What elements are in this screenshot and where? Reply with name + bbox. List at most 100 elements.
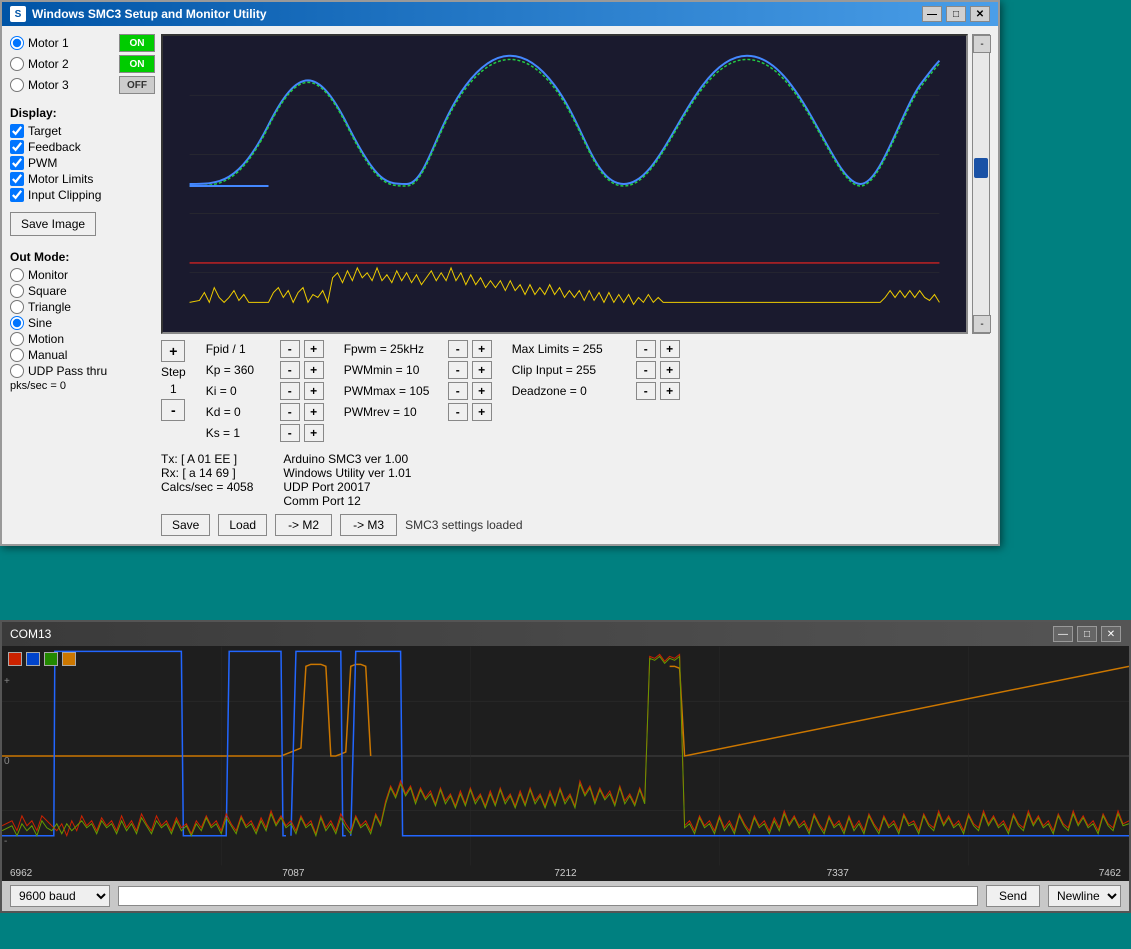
pwmrev-minus-btn[interactable]: - (448, 403, 468, 421)
motor-limits-checkbox[interactable] (10, 172, 24, 186)
outmode-label: Out Mode: (10, 250, 155, 264)
kd-label: Kd = 0 (206, 405, 276, 419)
motor-2-label: Motor 2 (28, 57, 115, 71)
scroll-up-button[interactable]: - (973, 35, 991, 53)
legend-red (8, 652, 22, 666)
m3-button[interactable]: -> M3 (340, 514, 397, 536)
outmode-triangle-row: Triangle (10, 300, 155, 314)
maxlimits-label: Max Limits = 255 (512, 342, 632, 356)
outmode-sine-radio[interactable] (10, 316, 24, 330)
target-checkbox[interactable] (10, 124, 24, 138)
motor-3-radio[interactable] (10, 78, 24, 92)
motor-1-radio[interactable] (10, 36, 24, 50)
fpid-plus-btn[interactable]: + (304, 340, 324, 358)
scroll-down-button[interactable]: - (973, 315, 991, 333)
pwmrev-plus-btn[interactable]: + (472, 403, 492, 421)
com-close-btn[interactable]: ✕ (1101, 626, 1121, 642)
kp-minus-btn[interactable]: - (280, 361, 300, 379)
com-input[interactable] (118, 886, 978, 906)
ks-minus-btn[interactable]: - (280, 424, 300, 442)
newline-select[interactable]: Newline (1048, 885, 1121, 907)
ki-plus-btn[interactable]: + (304, 382, 324, 400)
pwmmax-minus-btn[interactable]: - (448, 382, 468, 400)
send-button[interactable]: Send (986, 885, 1040, 907)
feedback-checkbox[interactable] (10, 140, 24, 154)
pwmmin-plus-btn[interactable]: + (472, 361, 492, 379)
ks-plus-btn[interactable]: + (304, 424, 324, 442)
pwmmin-minus-btn[interactable]: - (448, 361, 468, 379)
fpwm-plus-btn[interactable]: + (472, 340, 492, 358)
motor-3-btn[interactable]: OFF (119, 76, 155, 94)
param-group-1: Fpid / 1 - + Kp = 360 - + Ki = 0 - + (206, 340, 324, 442)
ki-label: Ki = 0 (206, 384, 276, 398)
clipinput-plus-btn[interactable]: + (660, 361, 680, 379)
outmode-triangle-label: Triangle (28, 300, 71, 314)
outmode-udp-label: UDP Pass thru (28, 364, 107, 378)
app-icon: S (10, 6, 26, 22)
y-label-bot: - (4, 836, 7, 847)
motor-3-label: Motor 3 (28, 78, 115, 92)
kp-plus-btn[interactable]: + (304, 361, 324, 379)
com-title-buttons: — □ ✕ (1053, 626, 1121, 642)
kd-plus-btn[interactable]: + (304, 403, 324, 421)
x-label-3: 7337 (827, 868, 849, 879)
outmode-sine-label: Sine (28, 316, 52, 330)
pwmrev-row: PWMrev = 10 - + (344, 403, 492, 421)
tx-rx-section: Tx: [ A 01 EE ] Rx: [ a 14 69 ] Calcs/se… (161, 452, 253, 508)
main-window: S Windows SMC3 Setup and Monitor Utility… (0, 0, 1000, 546)
fpwm-minus-btn[interactable]: - (448, 340, 468, 358)
save-button[interactable]: Save (161, 514, 210, 536)
com-minimize-btn[interactable]: — (1053, 626, 1073, 642)
settings-status: SMC3 settings loaded (405, 518, 522, 532)
outmode-motion-radio[interactable] (10, 332, 24, 346)
controls-area: + Step 1 - Fpid / 1 - + Kp = 360 (161, 340, 990, 536)
deadzone-plus-btn[interactable]: + (660, 382, 680, 400)
outmode-triangle-radio[interactable] (10, 300, 24, 314)
load-button[interactable]: Load (218, 514, 267, 536)
left-panel: Motor 1 ON Motor 2 ON Motor 3 OFF Displa… (10, 34, 155, 536)
outmode-monitor-radio[interactable] (10, 268, 24, 282)
com-maximize-btn[interactable]: □ (1077, 626, 1097, 642)
m2-button[interactable]: -> M2 (275, 514, 332, 536)
motor-1-label: Motor 1 (28, 36, 115, 50)
step-minus-button[interactable]: - (161, 399, 185, 421)
maxlimits-plus-btn[interactable]: + (660, 340, 680, 358)
deadzone-label: Deadzone = 0 (512, 384, 632, 398)
close-button[interactable]: ✕ (970, 6, 990, 22)
outmode-square-radio[interactable] (10, 284, 24, 298)
param-group-2: Fpwm = 25kHz - + PWMmin = 10 - + PWMmax … (344, 340, 492, 421)
com-chart-area: + 0 - (2, 646, 1129, 866)
motor-1-btn[interactable]: ON (119, 34, 155, 52)
motor-limits-label: Motor Limits (28, 172, 93, 186)
outmode-udp-radio[interactable] (10, 364, 24, 378)
pwmmax-plus-btn[interactable]: + (472, 382, 492, 400)
window-body: Motor 1 ON Motor 2 ON Motor 3 OFF Displa… (2, 26, 998, 544)
target-row: Target (10, 124, 155, 138)
clipinput-label: Clip Input = 255 (512, 363, 632, 377)
maximize-button[interactable]: □ (946, 6, 966, 22)
maxlimits-minus-btn[interactable]: - (636, 340, 656, 358)
outmode-sine-row: Sine (10, 316, 155, 330)
step-plus-button[interactable]: + (161, 340, 185, 362)
outmode-manual-radio[interactable] (10, 348, 24, 362)
motor-2-radio[interactable] (10, 57, 24, 71)
x-label-4: 7462 (1099, 868, 1121, 879)
kd-minus-btn[interactable]: - (280, 403, 300, 421)
input-clipping-label: Input Clipping (28, 188, 101, 202)
scroll-track[interactable] (973, 53, 989, 315)
scroll-thumb (974, 158, 988, 178)
clipinput-minus-btn[interactable]: - (636, 361, 656, 379)
motor-3-row: Motor 3 OFF (10, 76, 155, 94)
baud-select[interactable]: 9600 baud 115200 baud (10, 885, 110, 907)
pwm-checkbox[interactable] (10, 156, 24, 170)
fpid-minus-btn[interactable]: - (280, 340, 300, 358)
save-image-button[interactable]: Save Image (10, 212, 96, 236)
motor-2-btn[interactable]: ON (119, 55, 155, 73)
udp-port: UDP Port 20017 (283, 480, 411, 494)
input-clipping-checkbox[interactable] (10, 188, 24, 202)
deadzone-minus-btn[interactable]: - (636, 382, 656, 400)
param-group-3: Max Limits = 255 - + Clip Input = 255 - … (512, 340, 680, 400)
minimize-button[interactable]: — (922, 6, 942, 22)
outmode-manual-row: Manual (10, 348, 155, 362)
ki-minus-btn[interactable]: - (280, 382, 300, 400)
